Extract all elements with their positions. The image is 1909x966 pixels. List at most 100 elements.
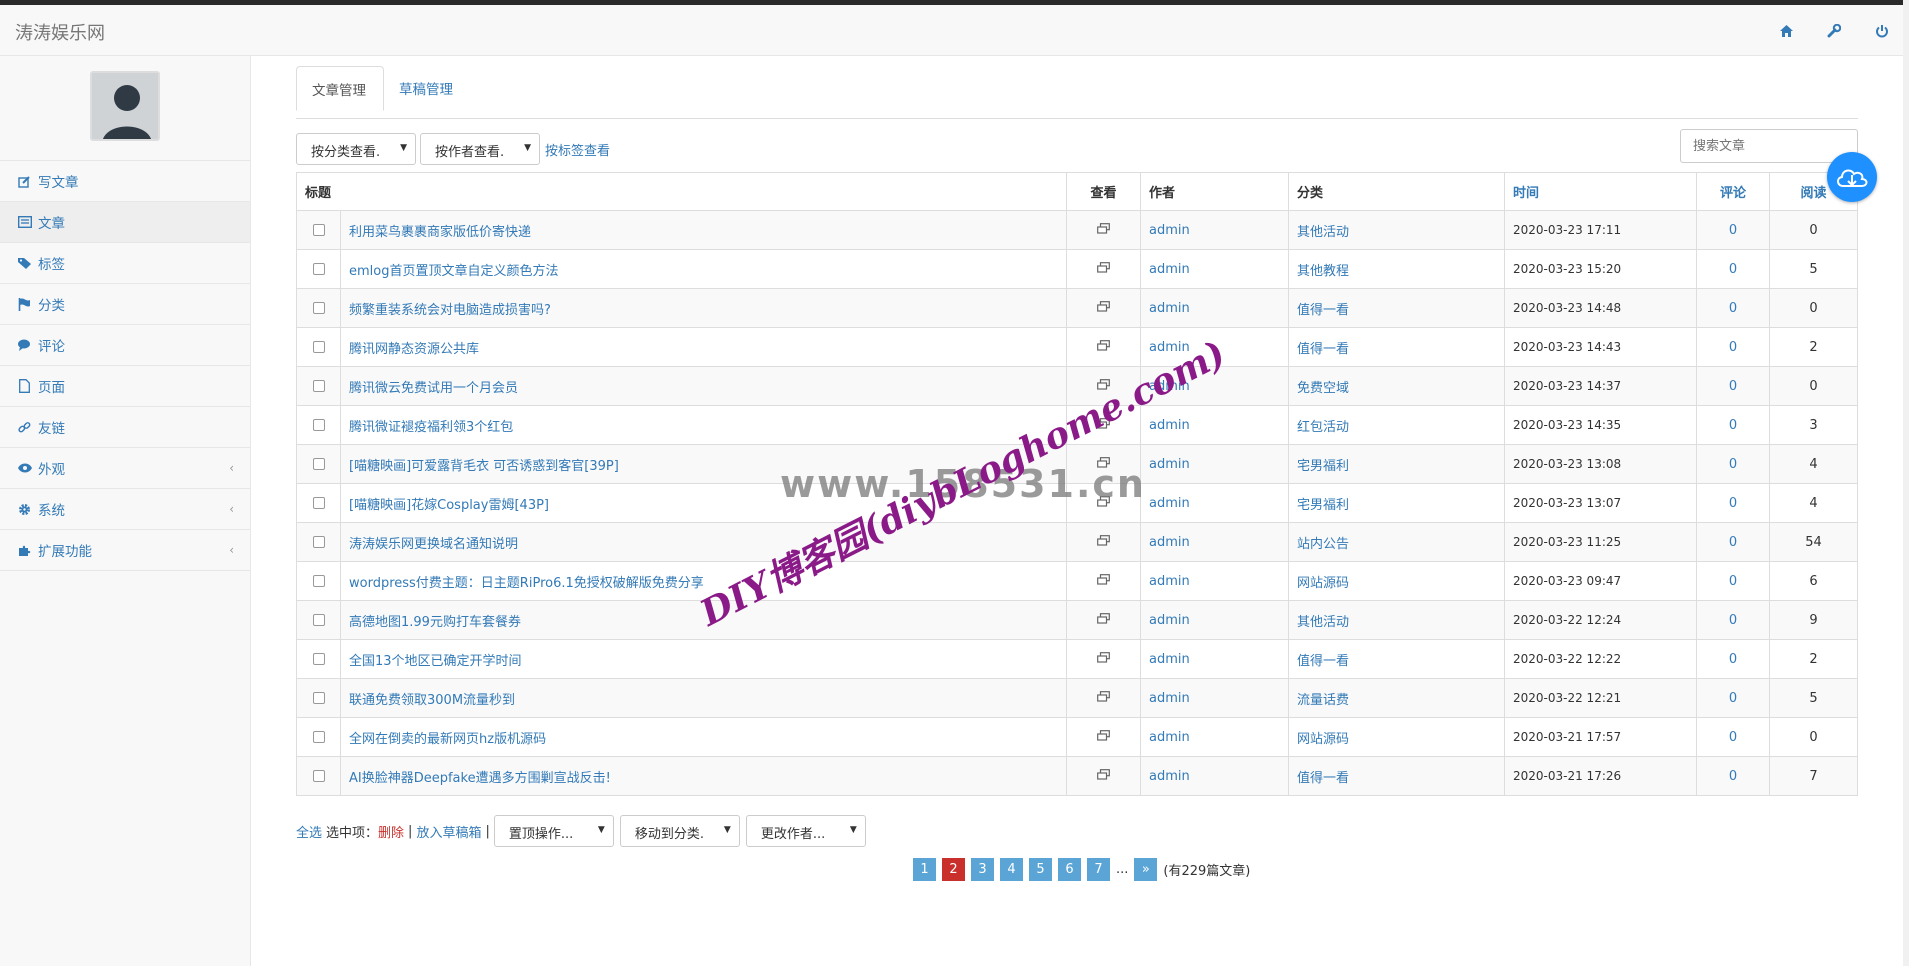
sidebar-item-system[interactable]: 系统 ‹	[0, 489, 250, 530]
article-title-link[interactable]: 腾讯微证褪疫福利领3个红包	[349, 420, 513, 435]
author-link[interactable]: admin	[1149, 496, 1190, 511]
author-link[interactable]: admin	[1149, 340, 1190, 355]
move-to-draft-link[interactable]: 放入草稿箱	[416, 822, 481, 841]
wrench-icon[interactable]	[1825, 22, 1843, 40]
page-number-button[interactable]: 7	[1087, 858, 1110, 881]
author-link[interactable]: admin	[1149, 691, 1190, 706]
external-view-icon[interactable]	[1097, 261, 1110, 277]
author-link[interactable]: admin	[1149, 379, 1190, 394]
row-checkbox[interactable]	[312, 419, 325, 431]
external-view-icon[interactable]	[1097, 495, 1110, 511]
row-checkbox[interactable]	[312, 614, 325, 626]
comments-count-link[interactable]: 0	[1729, 535, 1737, 550]
external-view-icon[interactable]	[1097, 651, 1110, 667]
cloud-download-button[interactable]	[1827, 152, 1877, 202]
power-icon[interactable]	[1873, 22, 1891, 40]
comments-count-link[interactable]: 0	[1729, 574, 1737, 589]
row-checkbox[interactable]	[312, 575, 325, 587]
tag-filter-link[interactable]: 按标签查看	[545, 140, 610, 159]
author-link[interactable]: admin	[1149, 262, 1190, 277]
comments-count-link[interactable]: 0	[1729, 262, 1737, 277]
page-scrollbar[interactable]	[1903, 0, 1909, 966]
tab-drafts[interactable]: 草稿管理	[384, 66, 468, 110]
author-link[interactable]: admin	[1149, 613, 1190, 628]
category-link[interactable]: 红包活动	[1297, 420, 1349, 435]
external-view-icon[interactable]	[1097, 456, 1110, 472]
comments-count-link[interactable]: 0	[1729, 223, 1737, 238]
external-view-icon[interactable]	[1097, 222, 1110, 238]
delete-link[interactable]: 删除	[378, 822, 404, 841]
pin-action-select[interactable]: 置顶操作... ▼	[493, 815, 614, 847]
article-title-link[interactable]: emlog首页置顶文章自定义颜色方法	[349, 264, 558, 279]
select-all-link[interactable]: 全选	[296, 822, 322, 841]
brand-title[interactable]: 涛涛娱乐网	[15, 19, 105, 45]
external-view-icon[interactable]	[1097, 690, 1110, 706]
author-link[interactable]: admin	[1149, 223, 1190, 238]
article-title-link[interactable]: 高德地图1.99元购打车套餐券	[349, 615, 521, 630]
row-checkbox[interactable]	[312, 302, 325, 314]
author-link[interactable]: admin	[1149, 535, 1190, 550]
sidebar-item-comments[interactable]: 评论	[0, 325, 250, 366]
category-link[interactable]: 网站源码	[1297, 732, 1349, 747]
category-link[interactable]: 值得一看	[1297, 654, 1349, 669]
comments-count-link[interactable]: 0	[1729, 652, 1737, 667]
comments-count-link[interactable]: 0	[1729, 730, 1737, 745]
comments-count-link[interactable]: 0	[1729, 496, 1737, 511]
row-checkbox[interactable]	[312, 731, 325, 743]
sidebar-item-articles[interactable]: 文章	[0, 202, 250, 243]
article-title-link[interactable]: 利用菜鸟裹裹商家版低价寄快递	[349, 225, 531, 240]
sidebar-item-pages[interactable]: 页面	[0, 366, 250, 407]
external-view-icon[interactable]	[1097, 612, 1110, 628]
sidebar-item-tags[interactable]: 标签	[0, 243, 250, 284]
article-title-link[interactable]: [喵糖映画]花嫁Cosplay雷姆[43P]	[349, 498, 549, 513]
row-checkbox[interactable]	[312, 458, 325, 470]
external-view-icon[interactable]	[1097, 534, 1110, 550]
author-filter-select[interactable]: 按作者查看. ▼	[420, 133, 540, 165]
category-link[interactable]: 宅男福利	[1297, 498, 1349, 513]
author-link[interactable]: admin	[1149, 301, 1190, 316]
comments-count-link[interactable]: 0	[1729, 379, 1737, 394]
external-view-icon[interactable]	[1097, 378, 1110, 394]
comments-count-link[interactable]: 0	[1729, 457, 1737, 472]
author-link[interactable]: admin	[1149, 730, 1190, 745]
category-link[interactable]: 网站源码	[1297, 576, 1349, 591]
change-author-select[interactable]: 更改作者... ▼	[745, 815, 866, 847]
row-checkbox[interactable]	[312, 653, 325, 665]
page-number-button[interactable]: 6	[1058, 858, 1081, 881]
row-checkbox[interactable]	[312, 380, 325, 392]
author-link[interactable]: admin	[1149, 652, 1190, 667]
row-checkbox[interactable]	[312, 224, 325, 236]
row-checkbox[interactable]	[312, 497, 325, 509]
comments-count-link[interactable]: 0	[1729, 340, 1737, 355]
page-number-button[interactable]: 4	[1000, 858, 1023, 881]
author-link[interactable]: admin	[1149, 418, 1190, 433]
comments-count-link[interactable]: 0	[1729, 301, 1737, 316]
external-view-icon[interactable]	[1097, 417, 1110, 433]
article-title-link[interactable]: 涛涛娱乐网更换域名通知说明	[349, 537, 518, 552]
article-title-link[interactable]: wordpress付费主题：日主题RiPro6.1免授权破解版免费分享	[349, 576, 704, 591]
category-link[interactable]: 值得一看	[1297, 342, 1349, 357]
home-icon[interactable]	[1777, 22, 1795, 40]
category-link[interactable]: 其他活动	[1297, 225, 1349, 240]
sidebar-item-categories[interactable]: 分类	[0, 284, 250, 325]
author-link[interactable]: admin	[1149, 769, 1190, 784]
row-checkbox[interactable]	[312, 536, 325, 548]
next-page-button[interactable]: »	[1134, 858, 1158, 881]
article-title-link[interactable]: 全国13个地区已确定开学时间	[349, 654, 522, 669]
search-input[interactable]	[1680, 129, 1858, 163]
comments-count-link[interactable]: 0	[1729, 418, 1737, 433]
category-link[interactable]: 值得一看	[1297, 303, 1349, 318]
article-title-link[interactable]: 全网在倒卖的最新网页hz版机源码	[349, 732, 546, 747]
category-link[interactable]: 免费空域	[1297, 381, 1349, 396]
article-title-link[interactable]: 腾讯网静态资源公共库	[349, 342, 479, 357]
external-view-icon[interactable]	[1097, 729, 1110, 745]
author-link[interactable]: admin	[1149, 574, 1190, 589]
sidebar-item-extensions[interactable]: 扩展功能 ‹	[0, 530, 250, 571]
category-link[interactable]: 宅男福利	[1297, 459, 1349, 474]
header-time-sort[interactable]: 时间	[1504, 172, 1697, 211]
category-link[interactable]: 站内公告	[1297, 537, 1349, 552]
page-number-button[interactable]: 1	[913, 858, 936, 881]
category-link[interactable]: 值得一看	[1297, 771, 1349, 786]
tab-articles[interactable]: 文章管理	[296, 66, 384, 111]
external-view-icon[interactable]	[1097, 768, 1110, 784]
